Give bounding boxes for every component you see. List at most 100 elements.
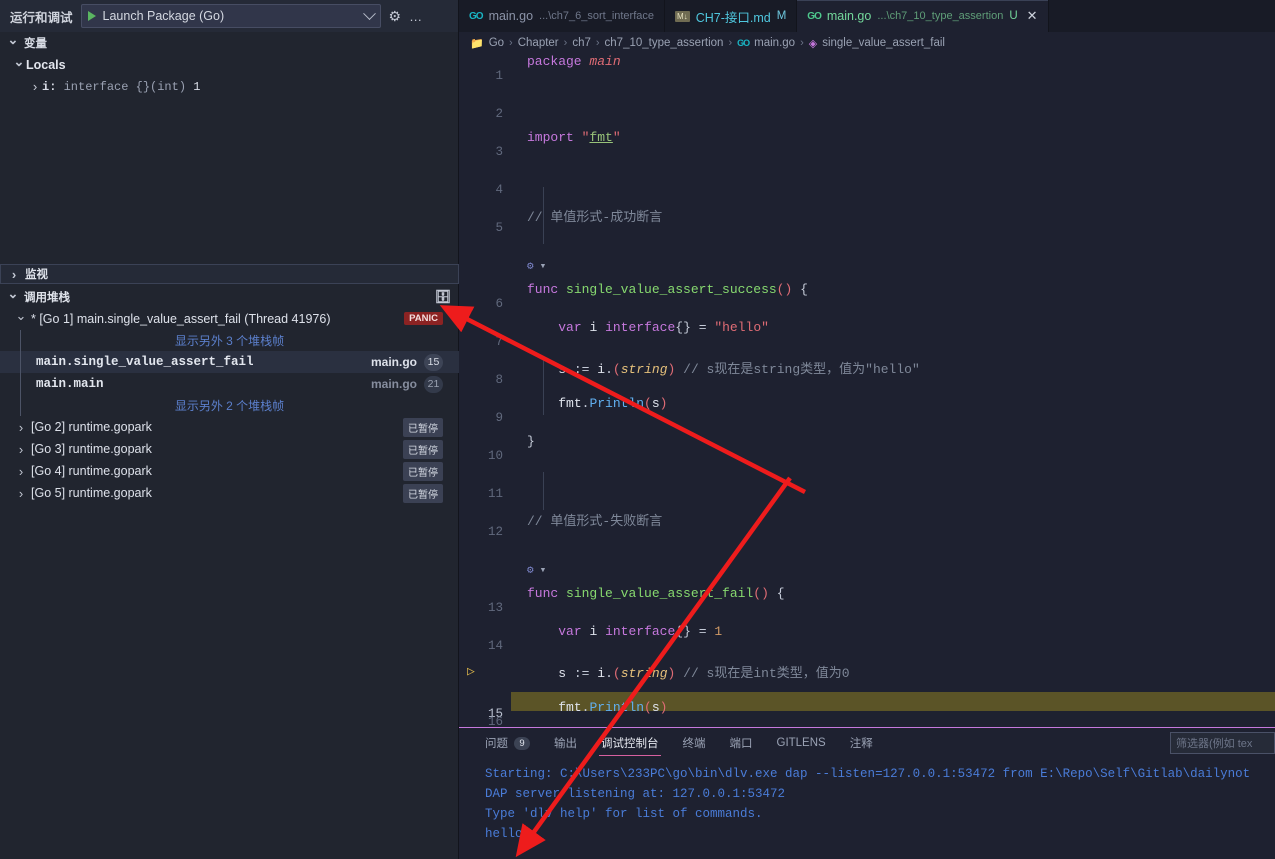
- goroutine-state-badge: 已暂停: [403, 439, 443, 459]
- watch-section-header[interactable]: 监视: [0, 264, 459, 284]
- editor-tab-ch7-md[interactable]: M↓ CH7-接口.md M: [665, 0, 798, 32]
- variable-row-i[interactable]: i: interface {}(int) 1: [0, 76, 458, 98]
- tab-label: 输出: [554, 738, 577, 750]
- goroutine-row-go3[interactable]: [Go 3] runtime.gopark 已暂停: [0, 438, 459, 460]
- line-number: 11: [487, 487, 503, 501]
- tab-debug-console[interactable]: 调试控制台: [589, 728, 671, 758]
- frame-line-number: 21: [424, 375, 443, 393]
- breadcrumb-item-go[interactable]: Go: [489, 37, 504, 49]
- problems-count-badge: 9: [514, 736, 530, 750]
- console-line: Starting: C:\Users\233PC\go\bin\dlv.exe …: [485, 767, 1251, 781]
- breadcrumb-item-ch7[interactable]: ch7: [572, 37, 591, 49]
- editor-area: GO main.go ...\ch7_6_sort_interface M↓ C…: [459, 0, 1275, 727]
- chevron-down-icon[interactable]: [362, 6, 376, 20]
- load-more-frames-below[interactable]: 显示另外 2 个堆栈帧: [0, 395, 459, 416]
- editor-tab-main-go-ch7-10[interactable]: GO main.go ...\ch7_10_type_assertion U ✕: [797, 0, 1049, 32]
- line-number: 16: [487, 715, 503, 727]
- goroutine-row-go5[interactable]: [Go 5] runtime.gopark 已暂停: [0, 482, 459, 504]
- code-line: 3 import "fmt": [459, 130, 1275, 159]
- line-number: 14: [487, 639, 503, 653]
- breadcrumb-item-symbol[interactable]: single_value_assert_fail: [822, 37, 945, 49]
- line-number: 4: [495, 183, 503, 197]
- goroutine-row-go2[interactable]: [Go 2] runtime.gopark 已暂停: [0, 416, 459, 438]
- line-text: fmt.Println(s): [558, 700, 668, 715]
- tab-terminal[interactable]: 终端: [671, 728, 718, 758]
- debug-panel-title: 运行和调试: [10, 10, 73, 25]
- line-number: 12: [487, 525, 503, 539]
- code-line: 9 fmt.Println(s): [459, 396, 1275, 425]
- codelens-icon[interactable]: ⚙ ▾: [527, 563, 546, 577]
- codelens-row[interactable]: ⚙ ▾: [459, 244, 1275, 273]
- symbol-icon: ◈: [808, 37, 818, 50]
- load-more-frames-above[interactable]: 显示另外 3 个堆栈帧: [0, 330, 459, 351]
- chevron-down-icon[interactable]: [6, 35, 20, 51]
- chevron-right-icon[interactable]: [14, 420, 28, 435]
- launch-configuration-select[interactable]: Launch Package (Go): [80, 4, 381, 28]
- chevron-down-icon[interactable]: [12, 57, 26, 73]
- tab-modified-indicator: M: [776, 10, 787, 22]
- tab-file-name: main.go: [826, 9, 872, 23]
- filter-placeholder: 筛选器(例如 tex: [1176, 738, 1253, 750]
- editor-tab-main-go-ch7-6[interactable]: GO main.go ...\ch7_6_sort_interface: [459, 0, 666, 32]
- frame-function-name: main.single_value_assert_fail: [36, 355, 254, 369]
- callstack-thread-row[interactable]: * [Go 1] main.single_value_assert_fail (…: [0, 308, 459, 330]
- line-number: 3: [495, 145, 503, 159]
- frame-source-file: main.go: [370, 377, 417, 391]
- console-line: hello: [485, 827, 523, 841]
- chevron-right-icon: ›: [509, 37, 513, 49]
- breadcrumb-item-folder[interactable]: ch7_10_type_assertion: [605, 37, 724, 49]
- goroutine-state-badge: 已暂停: [403, 483, 443, 503]
- chevron-down-icon[interactable]: [14, 311, 28, 327]
- chevron-right-icon[interactable]: [7, 267, 21, 282]
- ellipsis-icon[interactable]: …: [409, 9, 423, 24]
- variables-section-header[interactable]: 变量: [0, 32, 458, 54]
- thread-label: * [Go 1] main.single_value_assert_fail (…: [31, 312, 331, 326]
- variables-scope-locals[interactable]: Locals: [0, 54, 458, 76]
- play-icon[interactable]: [87, 11, 96, 21]
- launch-configuration-label: Launch Package (Go): [102, 9, 225, 23]
- chevron-right-icon[interactable]: [14, 464, 28, 479]
- goroutine-state-badge: 已暂停: [403, 461, 443, 481]
- tab-problems[interactable]: 问题 9: [473, 728, 542, 758]
- breadcrumb-item-file[interactable]: main.go: [754, 37, 795, 49]
- tab-gitlens[interactable]: GITLENS: [765, 728, 838, 758]
- tab-comments[interactable]: 注释: [838, 728, 885, 758]
- folder-icon: 📁: [470, 37, 484, 50]
- line-number: 6: [495, 297, 503, 311]
- go-file-icon: GO: [469, 10, 484, 22]
- callstack-frame-row[interactable]: main.main main.go 21: [0, 373, 459, 395]
- goroutine-label: [Go 3] runtime.gopark: [31, 442, 152, 456]
- breadcrumb-item-chapter[interactable]: Chapter: [518, 37, 559, 49]
- gear-icon[interactable]: ⚙: [389, 9, 402, 23]
- collapse-all-icon[interactable]: 🗄: [434, 289, 451, 305]
- chevron-down-icon[interactable]: [6, 289, 20, 305]
- code-line: 14 var i interface{} = 1: [459, 624, 1275, 653]
- variable-value: 1: [193, 80, 201, 94]
- codelens-icon[interactable]: ⚙ ▾: [527, 259, 546, 273]
- bottom-panel: 问题 9 输出 调试控制台 终端 端口 GITLENS 注释 筛选器(例如 te…: [459, 727, 1275, 859]
- chevron-right-icon[interactable]: [14, 442, 28, 457]
- codelens-row[interactable]: ⚙ ▾: [459, 548, 1275, 577]
- scope-label: Locals: [26, 58, 66, 72]
- debug-toolbar: 运行和调试 Launch Package (Go) ⚙ …: [0, 0, 458, 32]
- line-text: fmt.Println(s): [558, 396, 668, 411]
- tab-label: GITLENS: [776, 737, 826, 749]
- chevron-right-icon[interactable]: [14, 486, 28, 501]
- goroutine-row-go4[interactable]: [Go 4] runtime.gopark 已暂停: [0, 460, 459, 482]
- tab-ports[interactable]: 端口: [718, 728, 765, 758]
- callstack-section-header[interactable]: 调用堆栈 🗄: [0, 286, 459, 308]
- line-number: 1: [495, 69, 503, 83]
- frame-function-name: main.main: [36, 377, 104, 391]
- callstack-frame-row[interactable]: main.single_value_assert_fail main.go 15: [0, 351, 459, 373]
- line-text: s := i.(string) // s现在是string类型，值为"hello…: [558, 362, 920, 377]
- close-icon[interactable]: ✕: [1027, 8, 1038, 24]
- console-filter-input[interactable]: 筛选器(例如 tex: [1170, 732, 1275, 754]
- code-editor[interactable]: 1 package main 2 3 import "fmt" 4 5 // 单…: [459, 54, 1275, 727]
- chevron-right-icon[interactable]: [28, 80, 42, 95]
- variables-tree: Locals i: interface {}(int) 1: [0, 54, 458, 269]
- tab-output[interactable]: 输出: [542, 728, 589, 758]
- code-line: 8 s := i.(string) // s现在是string类型，值为"hel…: [459, 358, 1275, 387]
- line-text: package main: [527, 54, 621, 69]
- go-file-icon: GO: [807, 10, 822, 22]
- line-text: // 单值形式-失败断言: [527, 514, 663, 529]
